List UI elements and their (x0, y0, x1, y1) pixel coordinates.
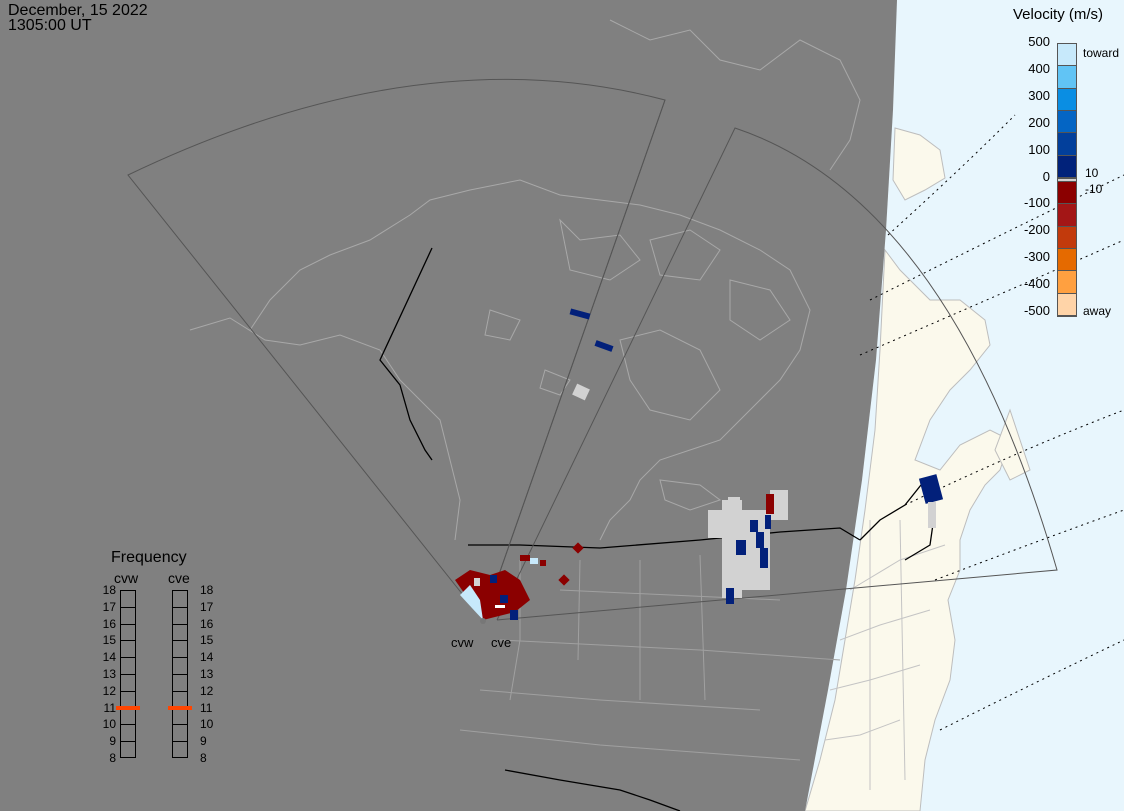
colorbar-tick-label: 400 (1028, 60, 1050, 76)
away-label: away (1083, 304, 1112, 318)
freq-gridline (121, 690, 135, 692)
colorbar-tick-label: 300 (1028, 87, 1050, 103)
freq-tick-label: 9 (109, 734, 116, 749)
freq-gridline (121, 606, 135, 608)
cbar-band (1058, 133, 1076, 156)
freq-tick-label: 11 (200, 700, 213, 715)
cbar-away-band (1058, 182, 1076, 316)
radar-site-marker (480, 618, 486, 624)
freq-gridline (121, 640, 135, 642)
cbar-band (1058, 182, 1076, 205)
velocity-colorbar (1057, 43, 1077, 317)
freq-gridline (121, 623, 135, 625)
colorbar-tick-label: 200 (1028, 114, 1050, 130)
freq-gridline (173, 674, 187, 675)
freq-scale-cve (172, 590, 188, 758)
freq-gridline (173, 623, 187, 625)
cbar-toward-band (1058, 44, 1076, 178)
cbar-band (1058, 293, 1076, 316)
cbar-band (1058, 66, 1076, 89)
freq-marker-cvw (116, 705, 140, 710)
colorbar-tick-label: 500 (1028, 34, 1050, 49)
freq-tick-label: 11 (103, 700, 116, 715)
time-label: 1305:00 UT (8, 17, 92, 34)
cbar-band (1058, 271, 1076, 294)
cbar-band (1058, 155, 1076, 178)
freq-tick-label: 14 (102, 650, 116, 665)
freq-col-cve: cve (168, 570, 190, 586)
frequency-title: Frequency (111, 549, 187, 566)
freq-gridline (173, 657, 187, 659)
freq-scale-cvw (120, 590, 136, 758)
cbar-band (1058, 44, 1076, 67)
threshold-pos-label: 10 (1085, 166, 1099, 180)
freq-tick-label: 10 (102, 717, 116, 732)
radar-label-cve: cve (491, 635, 512, 650)
colorbar-tick-label: -300 (1023, 249, 1050, 265)
freq-tick-label: 8 (109, 751, 116, 765)
freq-tick-label: 17 (200, 599, 214, 614)
freq-tick-label: 15 (102, 633, 116, 648)
freq-tick-label: 15 (200, 633, 214, 648)
colorbar-tick-label: 100 (1028, 141, 1050, 157)
cbar-band (1058, 88, 1076, 111)
toward-label: toward (1083, 46, 1120, 60)
freq-tick-label: 8 (200, 751, 207, 765)
freq-gridline (173, 690, 187, 692)
freq-tick-label: 17 (102, 599, 116, 614)
threshold-neg-label: -10 (1085, 182, 1103, 196)
cbar-band (1058, 204, 1076, 227)
colorbar-tick-label: -500 (1023, 303, 1050, 318)
freq-gridline (173, 724, 187, 726)
freq-tick-label: 13 (200, 667, 214, 681)
colorbar-tick-label: -400 (1023, 276, 1050, 292)
colorbar-tick-label: 0 (1042, 168, 1050, 184)
freq-tick-label: 12 (102, 683, 116, 698)
freq-tick-label: 14 (200, 650, 214, 665)
colorbar-tick-label: -200 (1023, 222, 1050, 238)
freq-gridline (121, 657, 135, 659)
freq-gridline (173, 640, 187, 642)
freq-gridline (173, 606, 187, 608)
freq-col-cvw: cvw (114, 570, 139, 586)
freq-tick-label: 12 (200, 683, 214, 698)
cbar-band (1058, 111, 1076, 134)
freq-marker-cve (168, 705, 192, 710)
velocity-map (0, 0, 1124, 811)
freq-tick-label: 18 (200, 583, 214, 597)
freq-gridline (173, 741, 187, 743)
freq-tick-label: 18 (102, 583, 116, 597)
colorbar-title: Velocity (m/s) (1013, 6, 1104, 23)
freq-tick-label: 16 (102, 616, 116, 631)
cbar-band (1058, 249, 1076, 272)
colorbar-tick-label: -100 (1023, 195, 1050, 211)
freq-tick-label: 16 (200, 616, 214, 631)
freq-tick-label: 10 (200, 717, 214, 732)
freq-gridline (121, 741, 135, 743)
freq-tick-label: 9 (200, 734, 207, 749)
radar-label-cvw: cvw (451, 635, 474, 650)
freq-tick-label: 13 (102, 667, 116, 681)
freq-gridline (121, 724, 135, 726)
cbar-band (1058, 226, 1076, 249)
freq-gridline (121, 674, 135, 675)
